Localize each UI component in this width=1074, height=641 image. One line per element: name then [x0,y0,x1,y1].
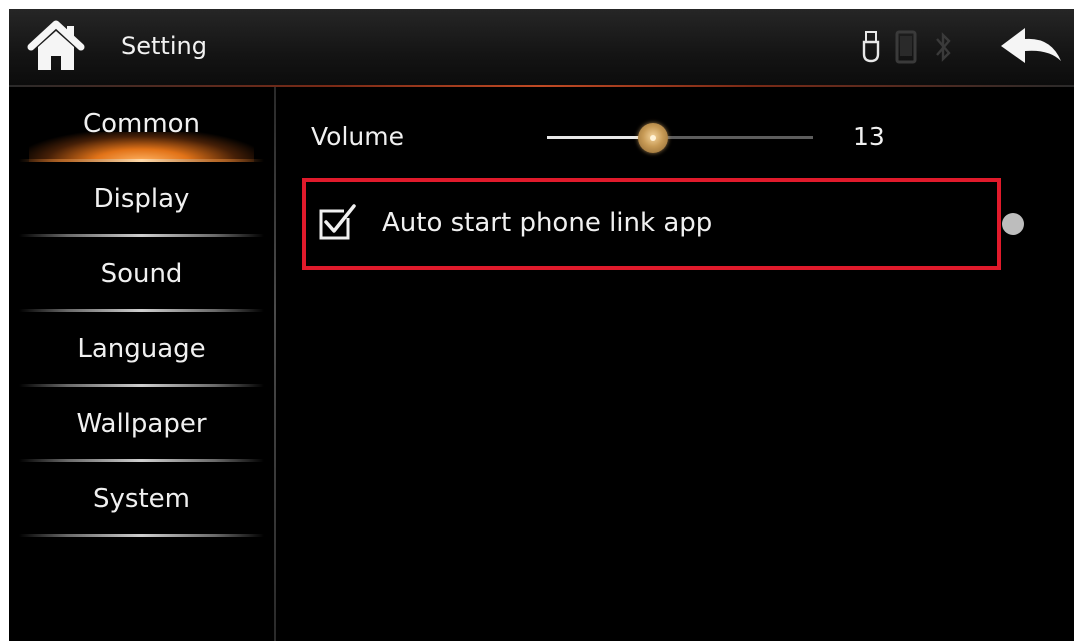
usb-icon [862,31,880,63]
sidebar-item-label: Wallpaper [76,409,207,439]
sidebar-separator [19,534,264,537]
sidebar-item-label: Common [82,109,201,139]
page-title: Setting [121,32,207,60]
bluetooth-icon [936,32,951,62]
sidebar-nav: Common Display Sound Language Wallpaper … [9,87,274,641]
sidebar-item-language[interactable]: Language [9,312,274,387]
volume-slider[interactable] [547,123,813,153]
home-icon [27,20,85,70]
checkbox-checked-icon [319,204,356,240]
sidebar-divider [274,87,276,641]
volume-label: Volume [311,122,404,151]
sidebar-item-label: Language [77,334,206,364]
sidebar-item-common[interactable]: Common [9,87,274,162]
slider-track-empty [653,136,813,139]
volume-value: 13 [853,122,885,151]
header-bar: Setting [9,9,1074,85]
home-button[interactable] [27,19,85,73]
sidebar-item-label: System [93,484,190,514]
sidebar-item-sound[interactable]: Sound [9,237,274,312]
back-button[interactable] [997,25,1065,73]
sidebar-item-wallpaper[interactable]: Wallpaper [9,387,274,462]
sidebar-item-system[interactable]: System [9,462,274,537]
auto-start-checkbox[interactable] [318,204,356,240]
phone-icon [895,30,917,64]
slider-thumb[interactable] [638,123,668,153]
back-arrow-icon [1001,28,1061,63]
sidebar-item-label: Sound [100,259,183,289]
slider-thumb-center [650,135,656,141]
sidebar-item-label: Display [93,184,190,214]
auto-start-option-row[interactable]: Auto start phone link app [302,178,1001,270]
auto-start-label: Auto start phone link app [382,208,713,238]
settings-screen: Setting Common Display Sound Language Wa… [9,9,1074,641]
sidebar-item-display[interactable]: Display [9,162,274,237]
scroll-indicator-dot [1002,213,1024,235]
